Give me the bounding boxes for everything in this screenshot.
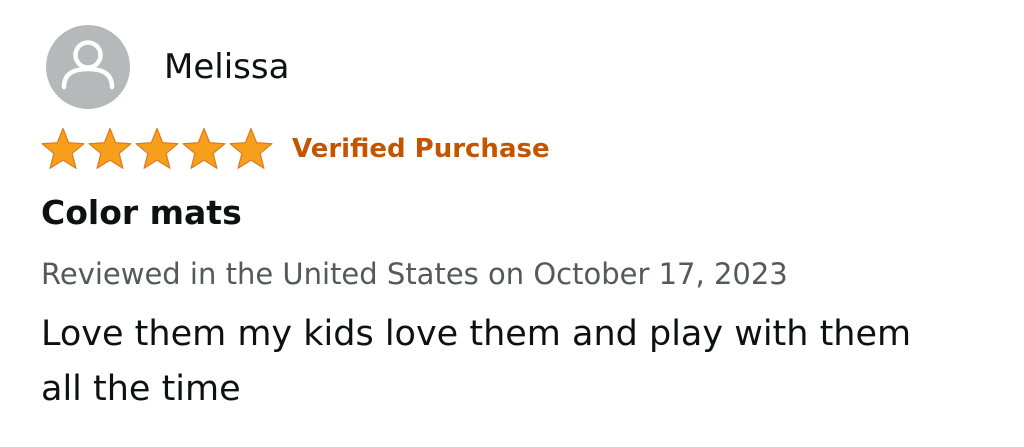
- review-card: Melissa Verified Purchase Color mats Rev…: [0, 0, 1024, 447]
- verified-purchase-badge: Verified Purchase: [292, 134, 550, 164]
- star-icon: [41, 127, 85, 169]
- star-icon: [182, 127, 226, 169]
- star-icon: [135, 127, 179, 169]
- default-user-avatar-icon: [61, 40, 115, 90]
- reviewer-profile[interactable]: Melissa: [46, 25, 289, 109]
- star-icon: [88, 127, 132, 169]
- review-title[interactable]: Color mats: [41, 192, 242, 234]
- reviewer-name[interactable]: Melissa: [164, 47, 289, 87]
- star-icon: [229, 127, 273, 169]
- star-rating[interactable]: [40, 127, 275, 171]
- review-body: Love them my kids love them and play wit…: [41, 314, 912, 409]
- review-meta: Reviewed in the United States on October…: [41, 257, 788, 291]
- rating-row: Verified Purchase: [40, 126, 550, 172]
- avatar[interactable]: [46, 25, 130, 109]
